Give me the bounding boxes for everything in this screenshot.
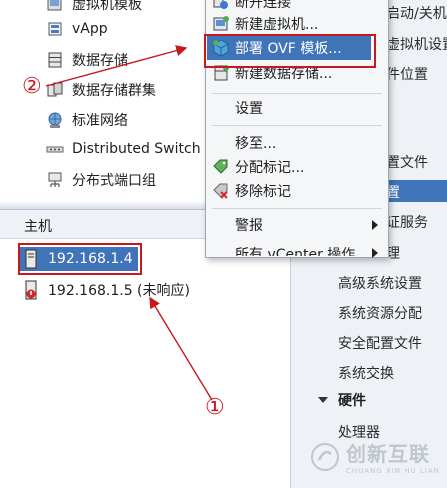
watermark-sub: CHUANG XIN HU LIAN bbox=[346, 467, 440, 475]
annotation-arrow-1 bbox=[149, 296, 213, 401]
watermark-logo-icon bbox=[311, 442, 339, 471]
watermark: 创新互联 CHUANG XIN HU LIAN bbox=[310, 438, 440, 475]
watermark-brand: 创新互联 bbox=[346, 442, 430, 466]
annotation-arrow-2 bbox=[45, 45, 188, 87]
annotation-marker-2: ② bbox=[22, 74, 42, 99]
annotation-marker-1: ① bbox=[205, 395, 225, 420]
